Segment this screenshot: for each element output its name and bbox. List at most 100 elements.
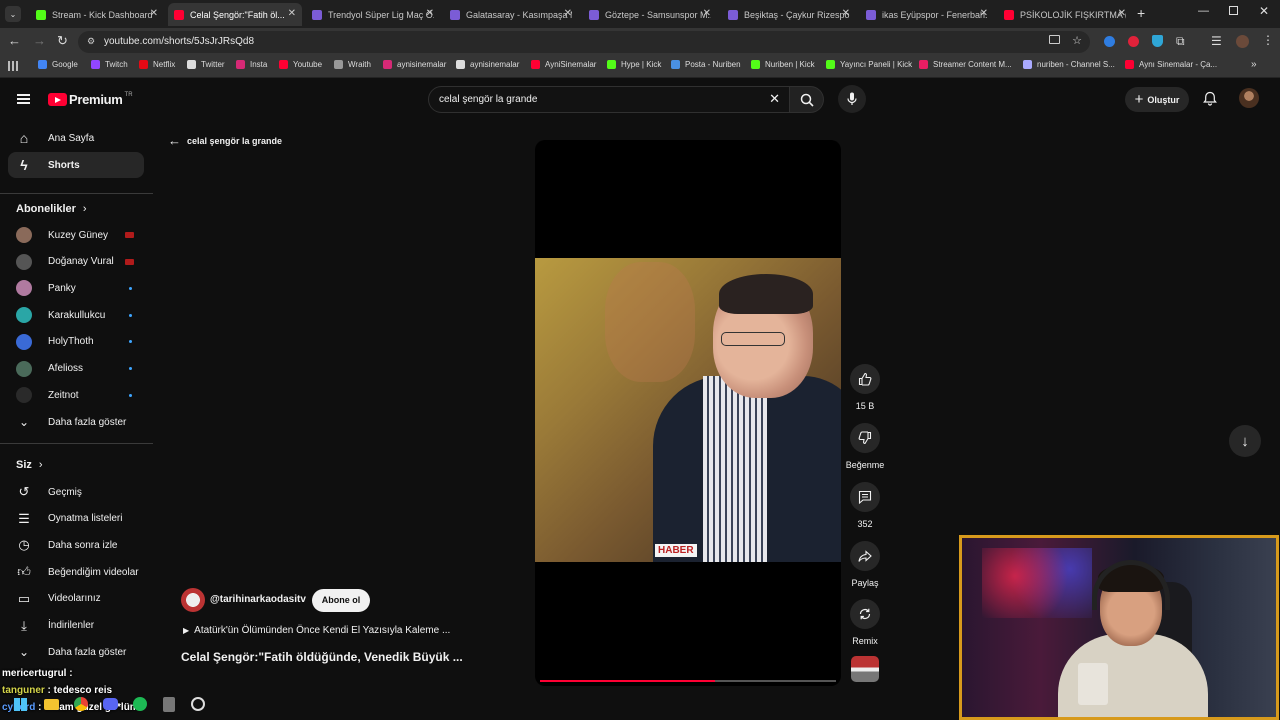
profile-avatar[interactable] [1236,35,1249,48]
show-more-subscriptions[interactable]: ⌄ Daha fazla göster [8,409,144,435]
forward-arrow-icon[interactable]: → [33,33,46,48]
chrome-icon[interactable] [74,697,88,711]
create-button[interactable]: + Oluştur [1125,87,1189,112]
youtube-logo[interactable]: Premium TR [48,92,133,107]
back-to-results[interactable]: ← celal şengör la grande [168,133,282,148]
bookmark-item[interactable]: Posta - Nuriben [671,60,741,69]
close-tab-icon[interactable]: ✕ [980,8,988,19]
subscriptions-header[interactable]: Abonelikler › [16,203,87,215]
voice-search-button[interactable] [838,85,866,113]
browser-tab[interactable]: Galatasaray - Kasımpaşa M...✕ [444,3,578,26]
close-tab-icon[interactable]: ✕ [564,8,572,19]
bookmark-item[interactable]: Twitter [187,60,225,69]
you-item[interactable]: ☰ Oynatma listeleri [8,506,144,532]
steam-icon[interactable] [191,697,205,711]
subscription-item[interactable]: Zeitnot [8,382,144,408]
you-item[interactable]: ⤓ İndirilenler [8,613,144,639]
you-header[interactable]: Siz › [16,459,43,471]
apps-grid-icon[interactable] [8,61,18,71]
bookmark-item[interactable]: Hype | Kick [607,60,661,69]
show-more-you[interactable]: ⌄ Daha fazla göster [8,639,144,665]
search-box[interactable]: celal şengör la grande ✕ [428,86,790,113]
you-item[interactable]: ◷ Daha sonra izle [8,532,144,558]
subscription-item[interactable]: HolyThoth [8,329,144,355]
channel-avatar[interactable] [181,588,205,612]
close-tab-icon[interactable]: ✕ [150,8,158,19]
bookmark-item[interactable]: Youtube [279,60,322,69]
bookmark-item[interactable]: Twitch [91,60,128,69]
search-button[interactable] [790,86,824,113]
remix-action[interactable]: Remix [846,599,884,646]
address-bar[interactable]: ⚙ youtube.com/shorts/5JsJrJRsQd8 ☆ [78,31,1090,53]
playlist-link[interactable]: ▶ Atatürk'ün Ölümünden Önce Kendi El Yaz… [183,625,450,636]
subscription-item[interactable]: Panky [8,275,144,301]
you-item[interactable]: 👍︎ Beğendiğim videolar [8,559,144,585]
comments-action[interactable]: 352 [846,482,884,529]
sound-thumbnail[interactable] [851,656,879,682]
bookmark-item[interactable]: aynisinemalar [383,60,446,69]
back-arrow-icon[interactable]: ← [8,33,21,48]
close-tab-icon[interactable]: ✕ [1118,8,1126,19]
subscription-item[interactable]: Doğanay Vural [8,249,144,275]
subscribe-button[interactable]: Abone ol [312,589,370,612]
discord-icon[interactable] [103,698,118,710]
browser-tab[interactable]: PSİKOLOJİK FIŞKIRTMA (C...✕ [998,3,1132,26]
like-action[interactable]: 15 B [846,364,884,411]
you-item[interactable]: ▭ Videolarınız [8,586,144,612]
bookmark-item[interactable]: Netflix [139,60,175,69]
close-tab-icon[interactable]: ✕ [703,8,711,19]
progress-track[interactable] [540,680,836,682]
reload-icon[interactable]: ↻ [57,33,68,49]
bookmark-item[interactable]: AyniSinemalar [531,60,596,69]
you-item[interactable]: ↺ Geçmiş [8,479,144,505]
next-short-button[interactable]: ↓ [1229,425,1261,457]
bookmark-item[interactable]: Google [38,60,78,69]
close-tab-icon[interactable]: ✕ [842,8,850,19]
browser-tab[interactable]: Celal Şengör:"Fatih öl... ✕ [168,3,302,26]
bookmark-item[interactable]: Aynı Sinemalar - Ça... [1125,60,1217,69]
cast-icon[interactable] [1049,35,1060,44]
extension-shield-icon[interactable] [1152,35,1163,47]
bookmark-item[interactable]: Nuriben | Kick [751,60,815,69]
bookmark-item[interactable]: nuriben - Channel S... [1023,60,1115,69]
spotify-icon[interactable] [133,697,147,711]
dislike-action[interactable]: Beğenme [843,423,887,470]
browser-tab[interactable]: Beşiktaş - Çaykur Rizespo... ✕ [722,3,856,26]
more-bookmarks-icon[interactable]: » [1251,59,1257,70]
bookmark-item[interactable]: Yayıncı Paneli | Kick [826,60,912,69]
search-input[interactable]: celal şengör la grande [439,94,537,105]
bookmark-item[interactable]: Insta [236,60,267,69]
browser-tab[interactable]: ikas Eyüpspor - Fenerbah... ✕ [860,3,994,26]
clear-search-icon[interactable]: ✕ [769,91,780,107]
new-tab-button[interactable]: + [1137,5,1145,21]
subscription-item[interactable]: Karakullukcu [8,302,144,328]
file-explorer-icon[interactable] [44,699,59,710]
browser-menu-icon[interactable]: ⋮ [1262,33,1274,47]
channel-name[interactable]: @tarihinarkaodasitv [210,594,306,605]
tab-search-button[interactable]: ⌄ [5,6,21,22]
media-controls-icon[interactable]: ☰ [1211,34,1222,48]
extension-edge-icon[interactable] [1104,36,1115,47]
shorts-player[interactable]: HABER [535,140,841,686]
browser-tab[interactable]: Stream - Kick Dashboard ✕ [30,3,164,26]
bookmark-item[interactable]: aynisinemalar [456,60,519,69]
browser-tab[interactable]: Göztepe - Samsunspor M... ✕ [583,3,717,26]
subscription-item[interactable]: Afelioss [8,356,144,382]
close-tab-icon[interactable]: ✕ [426,8,434,19]
app-icon[interactable] [163,697,175,712]
windows-start-icon[interactable] [14,698,27,711]
close-window-button[interactable]: ✕ [1259,4,1269,18]
share-action[interactable]: Paylaş [846,541,884,588]
site-info-icon[interactable]: ⚙ [87,36,95,47]
minimize-button[interactable]: — [1198,5,1209,17]
sidebar-item[interactable]: ϟ Shorts [8,152,144,178]
extensions-puzzle-icon[interactable]: ⧉ [1176,34,1185,49]
subscription-item[interactable]: Kuzey Güney [8,222,144,248]
bookmark-star-icon[interactable]: ☆ [1072,34,1082,47]
restore-button[interactable] [1229,6,1238,15]
notifications-bell-icon[interactable] [1203,91,1217,106]
bookmark-item[interactable]: Wraith [334,60,371,69]
hamburger-menu-icon[interactable] [17,94,30,104]
browser-tab[interactable]: Trendyol Süper Lig Maç Ö... ✕ [306,3,440,26]
extension-opera-icon[interactable] [1128,36,1139,47]
